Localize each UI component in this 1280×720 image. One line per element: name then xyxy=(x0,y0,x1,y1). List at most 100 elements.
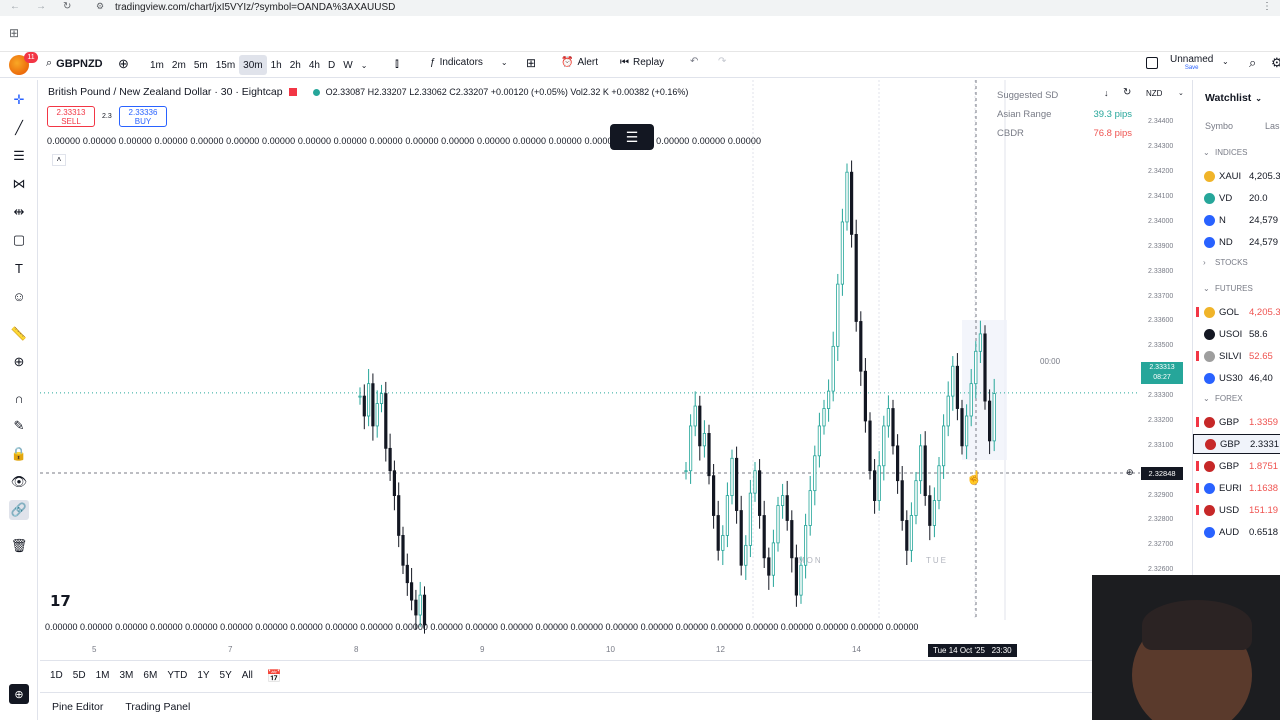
layouts-grid-icon[interactable]: ⊞ xyxy=(526,56,536,70)
trend-line-icon[interactable]: ╱ xyxy=(9,118,29,138)
chevron-down-icon[interactable]: ⌄ xyxy=(357,55,372,75)
interval-5m[interactable]: 5m xyxy=(190,55,212,75)
watchlist-symbol: XAUI xyxy=(1219,170,1242,182)
pattern-tool-icon[interactable]: ⋈ xyxy=(9,174,29,194)
watchlist-item[interactable]: N 24,579 xyxy=(1193,210,1280,230)
watchlist-item[interactable]: USD 151.19 xyxy=(1193,500,1280,520)
sync-link-icon[interactable]: 🔗 xyxy=(9,500,29,520)
watchlist-item[interactable]: GBP 1.8751 xyxy=(1193,456,1280,476)
stay-drawing-icon[interactable]: ✎ xyxy=(9,416,29,436)
text-tool-icon[interactable]: T xyxy=(9,258,29,278)
reload-icon[interactable]: ↻ xyxy=(63,1,71,12)
fullscreen-icon[interactable] xyxy=(1146,57,1158,69)
chevron-down-icon[interactable]: ⌄ xyxy=(1178,89,1184,97)
shapes-icon[interactable]: ▢ xyxy=(9,230,29,250)
download-icon[interactable]: ↓ xyxy=(1104,88,1109,98)
sell-button[interactable]: 2.33313 SELL xyxy=(47,106,95,127)
flag-icon[interactable] xyxy=(288,88,297,96)
collapse-legend-icon[interactable]: ˄ xyxy=(52,154,66,166)
timeframe-all[interactable]: All xyxy=(242,670,253,681)
buy-button[interactable]: 2.33336 BUY xyxy=(119,106,167,127)
indicators-button[interactable]: ƒ Indicators ⌄ xyxy=(430,57,508,68)
symbol-title[interactable]: British Pound / New Zealand Dollar · 30 … xyxy=(48,86,283,98)
lock-icon[interactable]: 🔒 xyxy=(9,444,29,464)
zoom-in-icon[interactable]: ⊕ xyxy=(9,352,29,372)
interval-w[interactable]: W xyxy=(339,55,356,75)
candle-type-icon[interactable]: ⫾ xyxy=(395,56,399,71)
watchlist-section-indices[interactable]: INDICES ⌄ xyxy=(1203,148,1247,157)
interval-15m[interactable]: 15m xyxy=(212,55,239,75)
interval-30m[interactable]: 30m xyxy=(239,55,267,75)
alert-button[interactable]: ⏰ Alert xyxy=(561,57,598,68)
date-range-icon[interactable]: 📅 xyxy=(267,669,282,683)
layout-name: Unnamed xyxy=(1170,54,1214,65)
tab-pine-editor[interactable]: Pine Editor xyxy=(52,701,103,713)
watchlist-title[interactable]: Watchlist ⌄ xyxy=(1205,92,1262,104)
compare-add-icon[interactable]: ⊕ xyxy=(118,56,129,72)
fib-retracement-icon[interactable]: ☰ xyxy=(9,146,29,166)
watchlist-item[interactable]: GBP 1.3359 xyxy=(1193,412,1280,432)
watchlist-symbol: GBP xyxy=(1219,416,1240,428)
interval-2m[interactable]: 2m xyxy=(168,55,190,75)
quick-search-icon[interactable]: ⌕ xyxy=(1249,55,1256,71)
watchlist-item[interactable]: EURI 1.1638 xyxy=(1193,478,1280,498)
column-header-last[interactable]: Las xyxy=(1265,121,1280,131)
browser-menu-icon[interactable]: ⋮ xyxy=(1262,1,1272,12)
magnet-icon[interactable]: ∩ xyxy=(9,388,29,408)
tab-trading-panel[interactable]: Trading Panel xyxy=(125,701,190,713)
interval-group: 1m 2m 5m 15m 30m 1h 2h 4h D W ⌄ xyxy=(146,55,371,75)
ruler-icon[interactable]: 📏 xyxy=(9,324,29,344)
site-info-icon[interactable]: ⚙ xyxy=(96,1,104,12)
add-alert-icon[interactable]: ⊕ xyxy=(1126,467,1134,478)
forward-icon[interactable]: → xyxy=(36,1,46,12)
watchlist-section-stocks[interactable]: STOCKS › xyxy=(1203,258,1248,267)
timeframe-1d[interactable]: 1D xyxy=(50,670,63,681)
layout-name-button[interactable]: Unnamed Save xyxy=(1170,54,1213,72)
timeframe-ytd[interactable]: YTD xyxy=(167,670,187,681)
watchlist-section-futures[interactable]: FUTURES ⌄ xyxy=(1203,284,1253,293)
column-header-symbol[interactable]: Symbo xyxy=(1205,121,1233,131)
symbol-search[interactable]: ⌕ GBPNZD xyxy=(46,57,103,70)
undo-icon[interactable]: ↶ xyxy=(690,56,698,67)
interval-1m[interactable]: 1m xyxy=(146,55,168,75)
timeframe-5y[interactable]: 5Y xyxy=(220,670,232,681)
watchlist-item[interactable]: XAUI 4,205.3 xyxy=(1193,166,1280,186)
chart-pane[interactable]: British Pound / New Zealand Dollar · 30 … xyxy=(40,80,1190,640)
watchlist-item[interactable]: VD 20.0 xyxy=(1193,188,1280,208)
replay-button[interactable]: ⏮ Replay xyxy=(620,57,664,68)
trash-icon[interactable]: 🗑 xyxy=(9,536,29,556)
icons-tool-icon[interactable]: ☺ xyxy=(9,286,29,306)
watchlist-item[interactable]: US30 46,40 xyxy=(1193,368,1280,388)
watchlist-item[interactable]: ND 24,579 xyxy=(1193,232,1280,252)
interval-4h[interactable]: 4h xyxy=(305,55,324,75)
crosshair-icon[interactable]: ✛ xyxy=(9,90,29,110)
candlestick-chart[interactable] xyxy=(40,80,1190,640)
apps-grid-icon[interactable]: ⊞ xyxy=(9,26,19,40)
timeframe-1m[interactable]: 1M xyxy=(96,670,110,681)
watchlist-item[interactable]: USOI 58.6 xyxy=(1193,324,1280,344)
chevron-down-icon[interactable]: ⌄ xyxy=(1222,57,1229,66)
redo-icon[interactable]: ↷ xyxy=(718,56,726,67)
settings-icon[interactable]: ⚙ xyxy=(1271,55,1280,71)
timeframe-6m[interactable]: 6M xyxy=(143,670,157,681)
watchlist-section-forex[interactable]: FOREX ⌄ xyxy=(1203,394,1243,403)
currency-label[interactable]: NZD xyxy=(1146,89,1162,98)
timeframe-3m[interactable]: 3M xyxy=(120,670,134,681)
refresh-icon[interactable]: ↻ xyxy=(1123,87,1131,98)
interval-d[interactable]: D xyxy=(324,55,339,75)
object-tree-icon[interactable]: ⊕ xyxy=(9,684,29,704)
prediction-tool-icon[interactable]: ⇹ xyxy=(9,202,29,222)
interval-2h[interactable]: 2h xyxy=(286,55,305,75)
timeframe-5d[interactable]: 5D xyxy=(73,670,86,681)
watchlist-item[interactable]: GOL 4,205.3 xyxy=(1193,302,1280,322)
url-text[interactable]: tradingview.com/chart/jxI5VYIz/?symbol=O… xyxy=(115,2,395,13)
interval-1h[interactable]: 1h xyxy=(267,55,286,75)
back-icon[interactable]: ← xyxy=(10,1,20,12)
menu-lines-icon[interactable]: ☰ xyxy=(610,124,654,150)
timeframe-1y[interactable]: 1Y xyxy=(197,670,209,681)
watchlist-item[interactable]: GBP 2.3331 xyxy=(1193,434,1280,454)
hide-drawings-icon[interactable]: 👁 xyxy=(9,472,29,492)
watchlist-item[interactable]: SILVI 52.65 xyxy=(1193,346,1280,366)
watchlist-item[interactable]: AUD 0.6518 xyxy=(1193,522,1280,542)
replay-label: Replay xyxy=(633,57,665,68)
